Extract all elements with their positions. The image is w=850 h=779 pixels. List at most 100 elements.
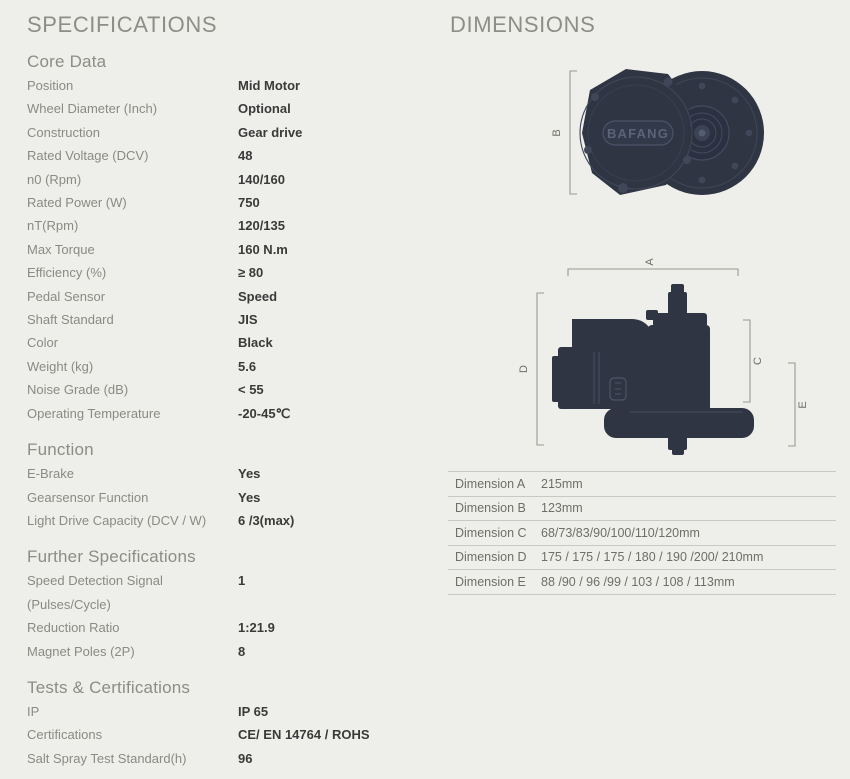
dimension-bracket-c xyxy=(743,319,751,403)
spec-label: Gearsensor Function xyxy=(27,489,149,505)
dimension-key: Dimension A xyxy=(448,471,541,497)
dimension-label-d: D xyxy=(518,365,530,373)
spec-value: 6 /3(max) xyxy=(238,512,295,528)
spec-value: 140/160 xyxy=(238,171,285,187)
spec-label: Rated Voltage (DCV) xyxy=(27,148,149,164)
spec-group-function: Function E-Brake Yes Gearsensor Function… xyxy=(27,440,427,532)
dimension-bracket-a xyxy=(567,268,739,276)
dimension-value: 88 /90 / 96 /99 / 103 / 108 / 113mm xyxy=(541,569,836,595)
dimension-label-c: C xyxy=(752,357,764,365)
spec-row: Construction Gear drive xyxy=(27,121,427,144)
motor-side-view-figure: A D C E xyxy=(518,258,809,455)
dimension-value: 123mm xyxy=(541,495,836,521)
spec-label: Reduction Ratio xyxy=(27,620,120,636)
spec-value: < 55 xyxy=(238,382,264,398)
bafang-logo-text: BAFANG xyxy=(607,126,669,141)
spec-value: CE/ EN 14764 / ROHS xyxy=(238,727,370,743)
spec-value: 160 N.m xyxy=(238,241,288,257)
spec-label: Salt Spray Test Standard(h) xyxy=(27,750,187,766)
spec-row: E-Brake Yes xyxy=(27,462,427,485)
dimension-key: Dimension B xyxy=(448,495,541,521)
spec-row: n0 (Rpm) 140/160 xyxy=(27,168,427,191)
spec-value: 750 xyxy=(238,195,260,211)
spec-row: IP IP 65 xyxy=(27,700,427,723)
spec-label: Rated Power (W) xyxy=(27,195,127,211)
spec-value: JIS xyxy=(238,312,258,328)
spec-row: Rated Voltage (DCV) 48 xyxy=(27,144,427,167)
spec-row: Rated Power (W) 750 xyxy=(27,191,427,214)
spec-value: Yes xyxy=(238,466,261,482)
spec-value: Speed xyxy=(238,288,278,304)
table-row: Dimension B 123mm xyxy=(448,495,836,521)
spec-row: Operating Temperature -20-45℃ xyxy=(27,402,427,425)
dimension-value: 68/73/83/90/100/110/120mm xyxy=(541,520,836,546)
group-title: Tests & Certifications xyxy=(27,677,191,697)
group-title: Core Data xyxy=(27,52,107,71)
spec-label: Shaft Standard xyxy=(27,312,114,328)
spec-label: Certifications xyxy=(27,727,103,743)
spec-group-tests-certifications: Tests & Certifications IP IP 65 Certific… xyxy=(27,678,427,770)
spec-value: Mid Motor xyxy=(238,78,301,93)
spec-label: n0 (Rpm) xyxy=(27,171,82,187)
spec-value: ≥ 80 xyxy=(238,265,264,281)
spec-label: Pedal Sensor xyxy=(27,288,106,304)
spec-row: Pedal Sensor Speed xyxy=(27,285,427,308)
spec-row: Speed Detection Signal (Pulses/Cycle) 1 xyxy=(27,569,427,616)
dimension-label-b: B xyxy=(551,129,563,136)
table-row: Dimension C 68/73/83/90/100/110/120mm xyxy=(448,520,836,546)
spec-value: Black xyxy=(238,335,273,351)
dimension-bracket-e xyxy=(788,362,796,447)
dimension-bracket-b xyxy=(569,70,577,195)
spec-label: IP xyxy=(27,703,40,719)
spec-value: 1 xyxy=(238,573,246,589)
spec-row: nT(Rpm) 120/135 xyxy=(27,214,427,237)
spec-row: Salt Spray Test Standard(h) 96 xyxy=(27,747,427,770)
spec-value: 1:21.9 xyxy=(238,620,275,636)
spec-label: Position xyxy=(27,78,74,93)
spec-label: Noise Grade (dB) xyxy=(27,382,129,398)
spec-group-core-data: Core Data Position Mid Motor Wheel Diame… xyxy=(27,52,427,425)
spec-value: 96 xyxy=(238,750,253,766)
spec-value: -20-45℃ xyxy=(238,405,291,421)
spec-value: Yes xyxy=(238,489,261,505)
spec-row: Color Black xyxy=(27,331,427,354)
spec-row: Gearsensor Function Yes xyxy=(27,486,427,509)
spec-value: IP 65 xyxy=(238,703,269,719)
spec-row: Noise Grade (dB) < 55 xyxy=(27,378,427,401)
spec-label: nT(Rpm) xyxy=(27,218,79,234)
dimensions-column: B BAFANG A D C E Dimension A 215mm Dimen… xyxy=(440,0,850,779)
spec-row: Weight (kg) 5.6 xyxy=(27,355,427,378)
spec-group-further-specifications: Further Specifications Speed Detection S… xyxy=(27,547,427,663)
spec-label: Weight (kg) xyxy=(27,358,94,374)
spec-label: Light Drive Capacity (DCV / W) xyxy=(27,512,207,528)
spec-value: 8 xyxy=(238,643,246,659)
motor-top-view-figure: B BAFANG xyxy=(551,69,764,195)
specifications-header: SPECIFICATIONS xyxy=(27,12,218,37)
spec-label: E-Brake xyxy=(27,466,74,482)
dimension-value: 215mm xyxy=(541,471,836,497)
spec-label: Wheel Diameter (Inch) xyxy=(27,101,158,117)
table-row: Dimension D 175 / 175 / 175 / 180 / 190 … xyxy=(448,544,836,570)
spec-row: Efficiency (%) ≥ 80 xyxy=(27,261,427,284)
spec-value: Optional xyxy=(238,101,291,117)
specifications-column: Core Data Position Mid Motor Wheel Diame… xyxy=(27,52,427,779)
group-title: Function xyxy=(27,440,94,460)
dimension-key: Dimension E xyxy=(448,569,541,595)
spec-label: Color xyxy=(27,335,59,351)
spec-value: Gear drive xyxy=(238,124,303,140)
spec-row: Reduction Ratio 1:21.9 xyxy=(27,616,427,639)
dimension-label-e: E xyxy=(797,401,809,408)
spec-row: Magnet Poles (2P) 8 xyxy=(27,640,427,663)
dimension-key: Dimension D xyxy=(448,544,541,570)
motor-side-silhouette xyxy=(552,284,754,455)
spec-label: Operating Temperature xyxy=(27,405,161,421)
spec-sheet-page: SPECIFICATIONS DIMENSIONS Core Data Posi… xyxy=(0,0,850,779)
group-title: Further Specifications xyxy=(27,547,196,567)
spec-row: Light Drive Capacity (DCV / W) 6 /3(max) xyxy=(27,509,427,532)
spec-row: Wheel Diameter (Inch) Optional xyxy=(27,97,427,120)
dimension-bracket-d xyxy=(536,292,544,446)
spec-label: Speed Detection Signal (Pulses/Cycle) xyxy=(27,573,163,612)
table-row: Dimension A 215mm xyxy=(448,471,836,497)
spec-row: Shaft Standard JIS xyxy=(27,308,427,331)
spec-row: Certifications CE/ EN 14764 / ROHS xyxy=(27,723,427,746)
